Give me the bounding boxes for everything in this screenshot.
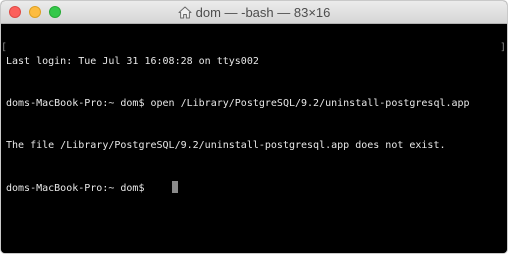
terminal-window: dom — -bash — 83×16 [ ] Last login: Tue … bbox=[0, 0, 508, 254]
home-icon bbox=[178, 6, 192, 19]
terminal-output[interactable]: [ ] Last login: Tue Jul 31 16:08:28 on t… bbox=[1, 24, 507, 253]
terminal-line-login: Last login: Tue Jul 31 16:08:28 on ttys0… bbox=[6, 56, 259, 67]
text-cursor bbox=[172, 181, 179, 193]
window-title: dom — -bash — 83×16 bbox=[195, 4, 331, 20]
window-title-area: dom — -bash — 83×16 bbox=[1, 1, 507, 23]
terminal-line-command: doms-MacBook-Pro:~ dom$ open /Library/Po… bbox=[6, 98, 470, 109]
terminal-line-prompt: doms-MacBook-Pro:~ dom$ bbox=[6, 181, 470, 195]
terminal-line-error: The file /Library/PostgreSQL/9.2/uninsta… bbox=[6, 140, 446, 151]
terminal-lines: Last login: Tue Jul 31 16:08:28 on ttys0… bbox=[6, 27, 470, 223]
selection-right-bracket: ] bbox=[500, 42, 507, 53]
prompt-text: doms-MacBook-Pro:~ dom$ bbox=[6, 183, 145, 194]
title-bar[interactable]: dom — -bash — 83×16 bbox=[1, 1, 507, 24]
